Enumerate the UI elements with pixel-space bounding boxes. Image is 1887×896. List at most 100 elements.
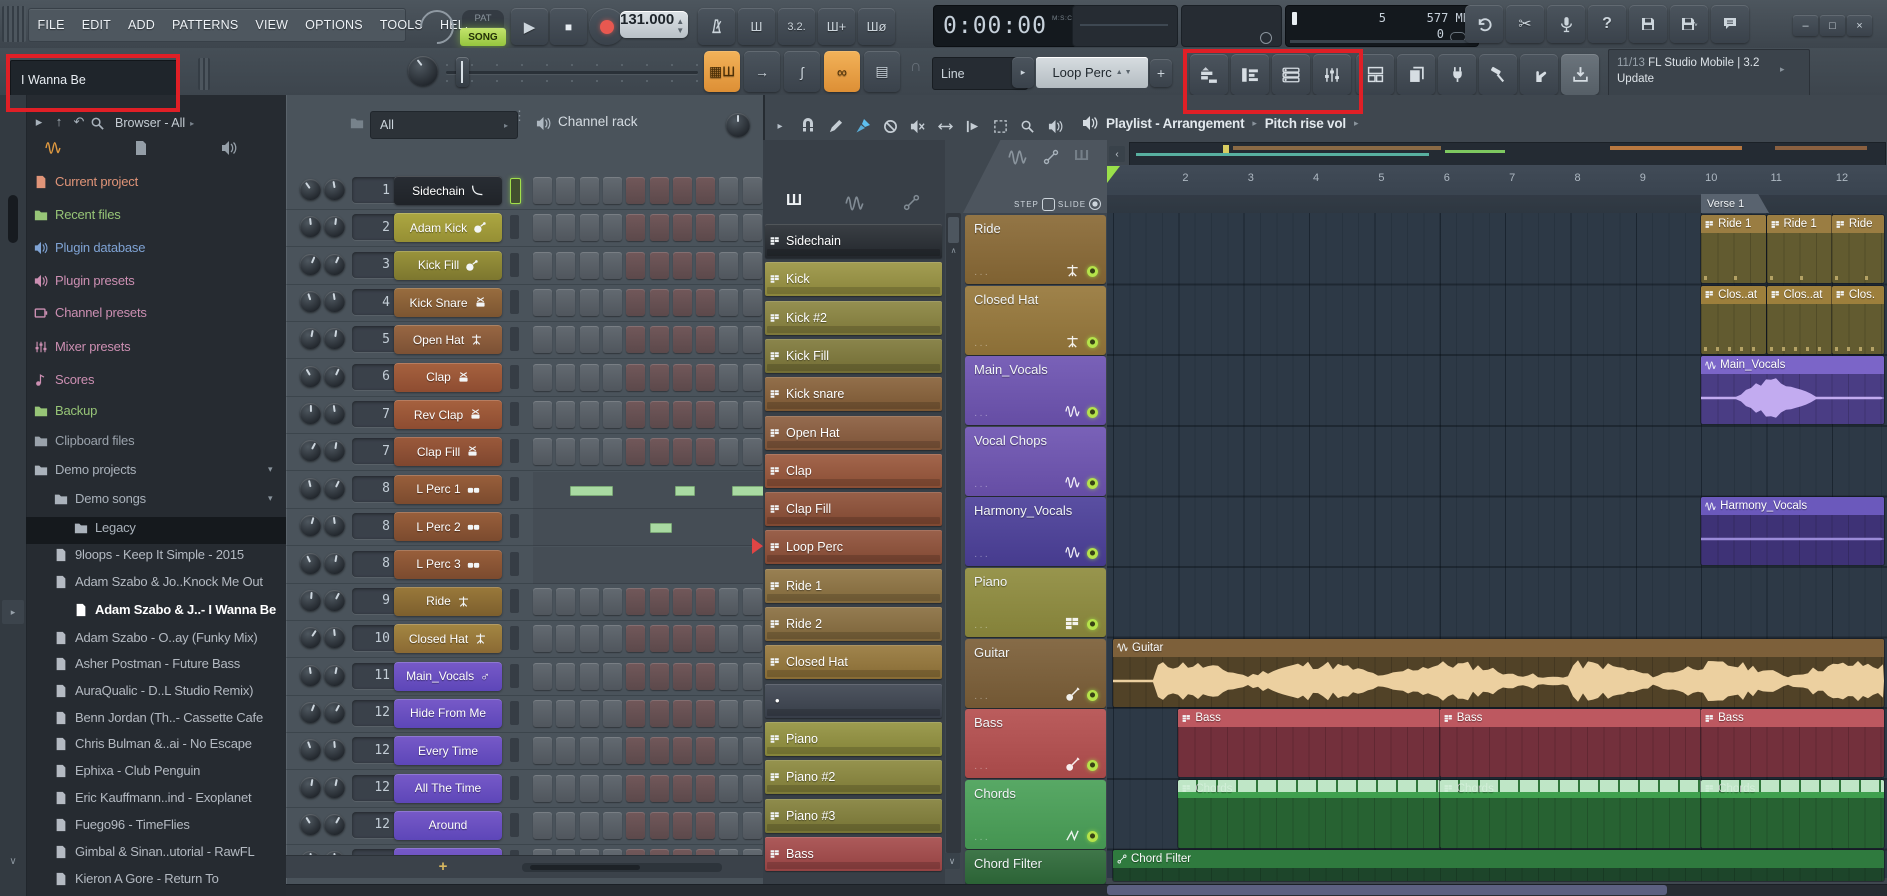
channel-target-display[interactable]: 10 <box>352 625 397 651</box>
automation-clip[interactable]: Chord Filter <box>1113 850 1884 881</box>
pattern-clip[interactable]: Chords <box>1178 780 1439 848</box>
channel-button[interactable]: Closed Hat <box>394 624 502 653</box>
step-cell[interactable] <box>533 326 552 353</box>
browser-item[interactable]: 9loops - Keep It Simple - 2015 <box>54 547 244 562</box>
browser-item[interactable]: Recent files <box>34 207 121 222</box>
slide-toggle[interactable] <box>1089 198 1101 210</box>
portamento-button[interactable]: ʃ <box>784 51 820 92</box>
duplicate-window-button[interactable] <box>1397 54 1435 95</box>
browser-item[interactable]: Clipboard files <box>34 433 134 448</box>
browser-item[interactable]: Plugin database <box>34 240 145 255</box>
channel-pan-knob[interactable] <box>300 627 321 648</box>
browser-item[interactable]: Ephixa - Club Penguin <box>54 763 200 778</box>
pattern-item[interactable]: Bass <box>765 837 942 871</box>
browser-item[interactable]: Adam Szabo - O..ay (Funky Mix) <box>54 630 258 645</box>
step-cell[interactable] <box>650 737 669 764</box>
minimize-button[interactable]: – <box>1793 15 1818 36</box>
pattern-item[interactable]: Clap <box>765 454 942 488</box>
plugin-picker-button[interactable] <box>1438 54 1476 95</box>
track-header[interactable]: Bass··· <box>965 709 1106 778</box>
browser-scroll-down-icon[interactable]: ∨ <box>5 856 21 872</box>
step-cell[interactable] <box>626 326 645 353</box>
menu-patterns[interactable]: PATTERNS <box>163 9 246 41</box>
channel-pan-knob[interactable] <box>300 515 321 536</box>
menu-view[interactable]: VIEW <box>247 9 297 41</box>
step-cell[interactable] <box>626 364 645 391</box>
pattern-item[interactable]: Clap Fill <box>765 492 942 526</box>
picker-scroll-up-icon[interactable]: ∧ <box>947 246 960 258</box>
step-cell[interactable] <box>580 364 599 391</box>
step-cell[interactable] <box>556 401 575 428</box>
step-cell[interactable] <box>533 588 552 615</box>
step-cell[interactable] <box>603 214 622 241</box>
channel-button[interactable]: Rev Clap <box>394 400 502 429</box>
step-cell[interactable] <box>626 177 645 204</box>
step-cell[interactable] <box>673 625 692 652</box>
step-cell[interactable] <box>626 252 645 279</box>
step-cell[interactable] <box>650 326 669 353</box>
channel-selector-led[interactable] <box>510 589 519 613</box>
track-options-dots[interactable]: ··· <box>974 622 990 633</box>
paint-tool-button[interactable] <box>851 114 875 138</box>
step-cell[interactable] <box>696 289 715 316</box>
menu-add[interactable]: ADD <box>119 9 163 41</box>
play-button[interactable]: ▶ <box>511 8 548 45</box>
step-cell[interactable] <box>556 625 575 652</box>
channel-button[interactable]: Adam Kick <box>394 213 502 242</box>
channel-pan-knob[interactable] <box>300 702 321 723</box>
channel-target-display[interactable]: 5 <box>352 326 397 352</box>
feedback-button[interactable] <box>1711 5 1749 43</box>
step-cell[interactable] <box>580 625 599 652</box>
menu-options[interactable]: OPTIONS <box>297 9 372 41</box>
step-cell[interactable] <box>533 812 552 839</box>
channel-target-display[interactable]: 12 <box>352 812 397 838</box>
step-cell[interactable] <box>626 625 645 652</box>
channel-selector-led[interactable] <box>510 402 519 426</box>
step-cell[interactable] <box>603 737 622 764</box>
browser-item[interactable]: Gimbal & Sinan..utorial - RawFL <box>54 844 254 859</box>
step-cell[interactable] <box>650 438 669 465</box>
pattern-item[interactable]: Kick snare <box>765 377 942 411</box>
track-options-dots[interactable]: ··· <box>974 410 990 421</box>
picker-automation-tab[interactable] <box>903 194 923 212</box>
download-packs-button[interactable] <box>1561 54 1599 95</box>
wait-for-input-toggle[interactable]: Ш <box>738 8 775 45</box>
channel-volume-knob[interactable] <box>324 814 345 835</box>
track-options-dots[interactable]: ··· <box>974 693 990 704</box>
step-cell[interactable] <box>696 588 715 615</box>
channel-selector-led[interactable] <box>510 738 519 762</box>
channel-button[interactable]: Clap <box>394 363 502 392</box>
playlist-breadcrumb[interactable]: Playlist - Arrangement▸Pitch rise vol▸ <box>1106 112 1506 134</box>
channel-button[interactable]: L Perc 3 <box>394 550 502 579</box>
step-cell[interactable] <box>580 588 599 615</box>
channel-pan-knob[interactable] <box>300 553 321 574</box>
browser-item[interactable]: Chris Bulman &..ai - No Escape <box>54 736 252 751</box>
step-cell[interactable] <box>603 177 622 204</box>
browser-item[interactable]: Demo songs <box>54 491 146 506</box>
track-arm-led[interactable] <box>1087 690 1098 701</box>
channel-selector-led[interactable] <box>510 514 519 538</box>
playback-tool-button[interactable] <box>961 114 985 138</box>
channel-volume-knob[interactable] <box>324 328 345 349</box>
record-audio-button[interactable] <box>1547 5 1585 43</box>
pattern-clip[interactable]: Bass <box>1178 709 1439 777</box>
rack-menu-dots[interactable]: ⋮ <box>513 112 523 134</box>
step-cell[interactable] <box>650 289 669 316</box>
tile-windows-button[interactable] <box>1356 54 1394 95</box>
step-cell[interactable] <box>719 812 738 839</box>
step-cell[interactable] <box>719 438 738 465</box>
browser-item[interactable]: Fuego96 - TimeFlies <box>54 817 190 832</box>
channel-selector-led[interactable] <box>510 477 519 501</box>
expand-caret-icon[interactable]: ▾ <box>268 464 280 476</box>
channel-volume-knob[interactable] <box>324 739 345 760</box>
channel-selector-led[interactable] <box>510 215 519 239</box>
step-cell[interactable] <box>556 214 575 241</box>
pattern-item[interactable]: • <box>765 684 942 718</box>
clip-title-bar[interactable]: Ride 1 <box>1701 215 1766 233</box>
pattern-item[interactable]: Piano <box>765 722 942 756</box>
browser-item[interactable]: Demo projects <box>34 462 136 477</box>
track-header[interactable]: Guitar··· <box>965 639 1106 708</box>
stretch-tool-button[interactable] <box>933 114 957 138</box>
step-cell[interactable] <box>650 364 669 391</box>
playlist-view-button[interactable] <box>1190 54 1228 95</box>
